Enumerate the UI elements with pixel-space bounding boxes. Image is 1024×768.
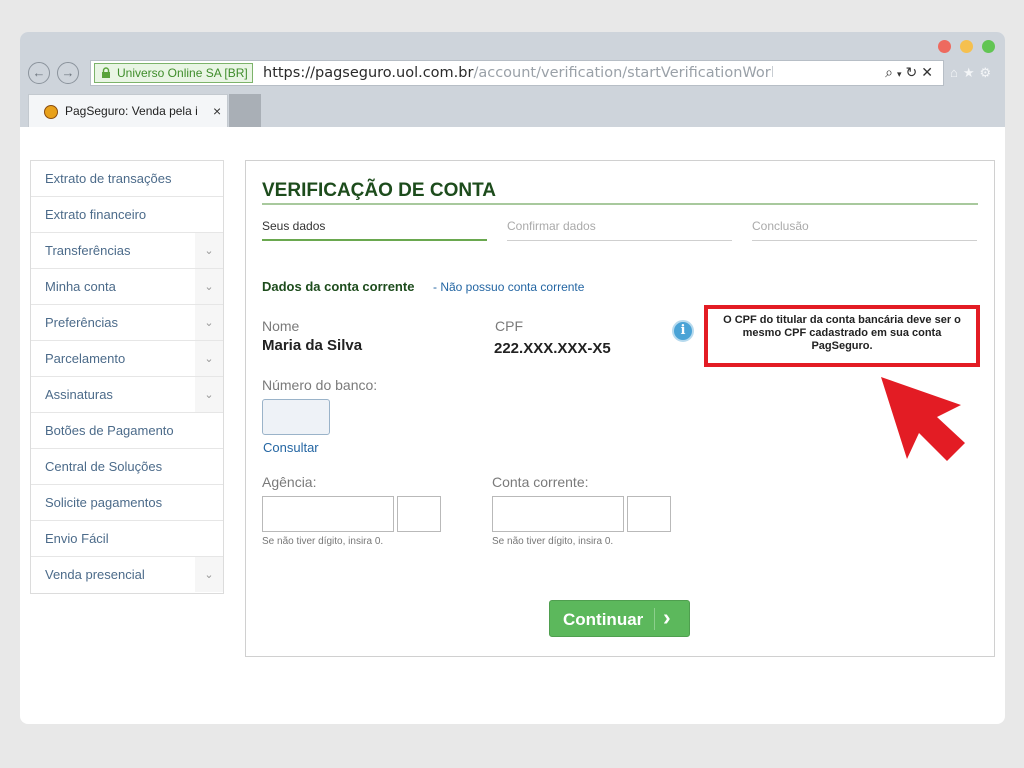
maximize-window-button[interactable] <box>982 40 995 53</box>
sidebar-item-label: Envio Fácil <box>45 531 109 546</box>
agency-label: Agência: <box>262 474 317 490</box>
new-tab-button[interactable] <box>229 94 261 127</box>
name-value: Maria da Silva <box>262 337 363 354</box>
sidebar-item-label: Venda presencial <box>45 567 145 582</box>
section-title: Dados da conta corrente <box>262 279 415 294</box>
agency-input[interactable] <box>262 496 394 532</box>
title-divider <box>262 203 978 205</box>
sidebar-item-label: Extrato financeiro <box>45 207 147 222</box>
settings-gear-icon[interactable]: ⚙ <box>980 65 997 80</box>
cpf-value: 222.XXX.XXX-X5 <box>494 340 611 357</box>
name-label: Nome <box>262 318 300 334</box>
security-badge-label: Universo Online SA [BR] <box>117 66 248 80</box>
sidebar-item-preferencias[interactable]: Preferências ⌄ <box>31 305 223 341</box>
url-text[interactable]: https://pagseguro.uol.com.br/account/ver… <box>263 64 773 82</box>
sidebar-item-label: Botões de Pagamento <box>45 423 174 438</box>
bank-number-label: Número do banco: <box>262 377 378 393</box>
url-host: pagseguro.uol.com.br <box>314 65 474 81</box>
no-account-link[interactable]: - Não possuo conta corrente <box>433 280 584 294</box>
sidebar-item-parcelamento[interactable]: Parcelamento ⌄ <box>31 341 223 377</box>
chevron-right-icon: › <box>663 604 671 630</box>
chevron-down-icon[interactable]: ⌄ <box>195 341 223 376</box>
page-title: VERIFICAÇÃO DE CONTA <box>262 180 496 201</box>
url-scheme: https:// <box>263 65 315 81</box>
sidebar-item-botoes-pagamento[interactable]: Botões de Pagamento <box>31 413 223 449</box>
close-window-button[interactable] <box>938 40 951 53</box>
sidebar-item-extrato-financeiro[interactable]: Extrato financeiro <box>31 197 223 233</box>
chevron-down-icon[interactable]: ⌄ <box>195 305 223 340</box>
tab-close-icon[interactable]: × <box>213 103 221 119</box>
sidebar-item-minha-conta[interactable]: Minha conta ⌄ <box>31 269 223 305</box>
sidebar-item-central-solucoes[interactable]: Central de Soluções <box>31 449 223 485</box>
agency-hint: Se não tiver dígito, insira 0. <box>262 536 384 547</box>
lock-icon <box>102 67 110 78</box>
chevron-down-icon[interactable]: ⌄ <box>195 557 223 592</box>
cpf-label: CPF <box>495 318 523 334</box>
step-conclusao: Conclusão <box>752 219 977 241</box>
red-pointer-arrow-icon <box>881 377 965 461</box>
sidebar-item-label: Minha conta <box>45 279 116 294</box>
home-icon[interactable]: ⌂ <box>950 65 963 80</box>
account-digit-input[interactable] <box>627 496 671 532</box>
agency-digit-input[interactable] <box>397 496 441 532</box>
search-icon[interactable]: ⌕ <box>885 64 897 80</box>
account-label: Conta corrente: <box>492 474 589 490</box>
sidebar-menu: Extrato de transações Extrato financeiro… <box>30 160 224 594</box>
chevron-down-icon[interactable]: ⌄ <box>195 233 223 268</box>
sidebar-item-label: Parcelamento <box>45 351 126 366</box>
sidebar-item-label: Central de Soluções <box>45 459 163 474</box>
url-fade: k <box>771 65 773 81</box>
step-confirmar-dados: Confirmar dados <box>507 219 732 241</box>
sidebar-item-label: Solicite pagamentos <box>45 495 163 510</box>
sidebar-item-label: Transferências <box>45 243 131 258</box>
minimize-window-button[interactable] <box>960 40 973 53</box>
sidebar-item-label: Preferências <box>45 315 118 330</box>
continue-button[interactable]: Continuar › <box>549 600 690 637</box>
account-hint: Se não tiver dígito, insira 0. <box>492 536 614 547</box>
bank-number-input[interactable] <box>262 399 330 435</box>
chevron-down-icon[interactable]: ⌄ <box>195 377 223 412</box>
sidebar-item-assinaturas[interactable]: Assinaturas ⌄ <box>31 377 223 413</box>
step-seus-dados: Seus dados <box>262 219 487 241</box>
stop-icon[interactable]: ✕ <box>921 64 937 80</box>
browser-chrome: ← → Universo Online SA [BR] https://pags… <box>20 32 1005 127</box>
security-badge[interactable]: Universo Online SA [BR] <box>94 63 253 83</box>
favorites-star-icon[interactable]: ★ <box>963 65 980 80</box>
browser-window: ← → Universo Online SA [BR] https://pags… <box>20 32 1005 724</box>
forward-button[interactable]: → <box>57 62 79 84</box>
refresh-icon[interactable]: ↻ <box>906 64 922 80</box>
info-icon[interactable]: i <box>672 320 694 342</box>
url-path: /account/verification/startVerificationW… <box>473 65 771 81</box>
dropdown-icon[interactable]: ▾ <box>897 69 906 79</box>
button-separator <box>654 608 655 630</box>
tab-pagseguro[interactable]: PagSeguro: Venda pela in × <box>28 94 228 127</box>
sidebar-item-envio-facil[interactable]: Envio Fácil <box>31 521 223 557</box>
pagseguro-favicon-icon <box>44 105 58 119</box>
cpf-tooltip: O CPF do titular da conta bancária deve … <box>704 305 980 367</box>
continue-label: Continuar <box>563 610 644 629</box>
sidebar-item-label: Assinaturas <box>45 387 113 402</box>
back-button[interactable]: ← <box>28 62 50 84</box>
sidebar-item-extrato-transacoes[interactable]: Extrato de transações <box>31 161 223 197</box>
arrow-right-icon: → <box>61 65 75 80</box>
chevron-down-icon[interactable]: ⌄ <box>195 269 223 304</box>
account-input[interactable] <box>492 496 624 532</box>
sidebar-item-solicite-pagamentos[interactable]: Solicite pagamentos <box>31 485 223 521</box>
tab-title: PagSeguro: Venda pela in <box>65 104 197 118</box>
address-bar[interactable]: Universo Online SA [BR] https://pagsegur… <box>90 60 944 86</box>
arrow-left-icon: ← <box>32 65 46 80</box>
sidebar-item-venda-presencial[interactable]: Venda presencial ⌄ <box>31 557 223 593</box>
address-bar-actions: ⌕▾↻✕ <box>885 64 937 81</box>
sidebar-item-label: Extrato de transações <box>45 171 172 186</box>
browser-toolbar: ⌂★⚙ <box>950 65 996 81</box>
sidebar-item-transferencias[interactable]: Transferências ⌄ <box>31 233 223 269</box>
consult-link[interactable]: Consultar <box>263 440 319 455</box>
